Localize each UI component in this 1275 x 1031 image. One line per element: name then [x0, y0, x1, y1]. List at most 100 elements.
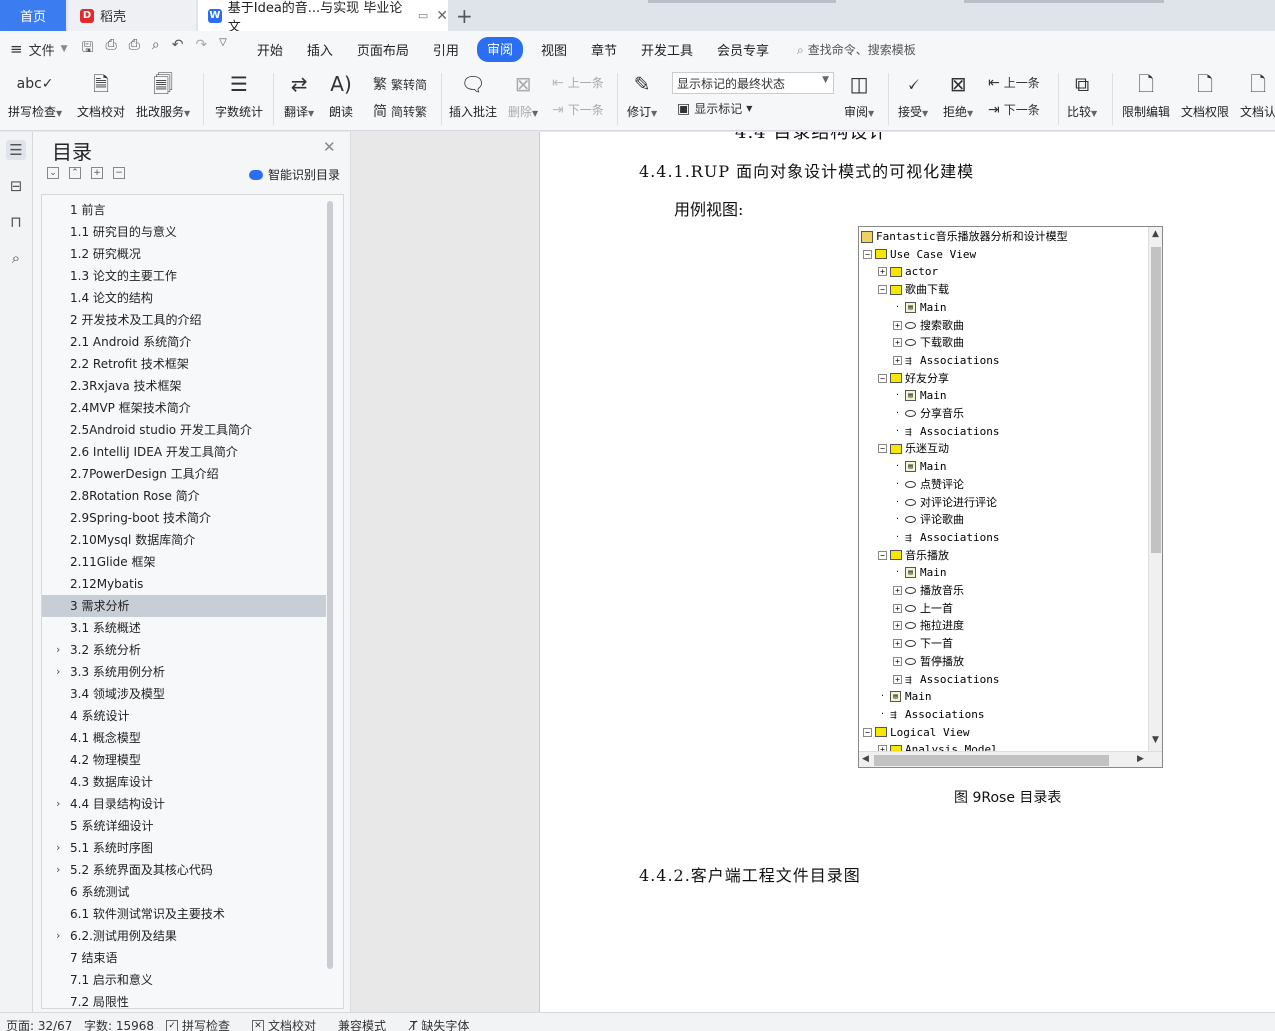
to-simplified-button[interactable]: 简简转繁: [373, 101, 427, 121]
export-pdf-icon[interactable]: ⎙: [105, 37, 116, 61]
toc-item[interactable]: 2.2 Retrofit 技术框架: [42, 353, 326, 375]
next-change-button[interactable]: ⇥ 下一条: [988, 101, 1040, 118]
toc-item[interactable]: 4.2 物理模型: [42, 749, 326, 771]
toc-scrollbar[interactable]: [327, 201, 333, 969]
toc-item[interactable]: 3 需求分析: [42, 595, 326, 617]
pin-icon[interactable]: ▭: [418, 9, 428, 22]
spellcheck-button[interactable]: abc✓ 拼写检查▼: [8, 69, 62, 120]
tab-document[interactable]: W 基于Idea的音...与实现 毕业论文 ▭ ✕: [198, 0, 448, 35]
menu-tab-1[interactable]: 插入: [295, 37, 345, 62]
doc-auth-button[interactable]: 🗋 文档认: [1240, 69, 1275, 120]
print-icon[interactable]: ⎙: [129, 37, 140, 61]
toc-item[interactable]: 4 系统设计: [42, 705, 326, 727]
insert-comment-button[interactable]: 🗨 插入批注: [449, 69, 497, 120]
expand-level-icon[interactable]: ⌄: [47, 167, 59, 179]
toc-item[interactable]: 7.2 局限性: [42, 991, 326, 1008]
read-aloud-button[interactable]: A) 朗读: [329, 69, 353, 120]
document-page[interactable]: 4.4 目录结构设计 4.4.1.RUP 面向对象设计模式的可视化建模 用例视图…: [539, 132, 1275, 1012]
doc-permission-button[interactable]: 🗋 文档权限: [1181, 69, 1229, 120]
toc-item[interactable]: 7.1 启示和意义: [42, 969, 326, 991]
prev-change-button[interactable]: ⇤ 上一条: [988, 74, 1040, 91]
toc-item[interactable]: 2.7PowerDesign 工具介绍: [42, 463, 326, 485]
toc-item[interactable]: 2.4MVP 框架技术简介: [42, 397, 326, 419]
toc-item[interactable]: 1.4 论文的结构: [42, 287, 326, 309]
toc-item[interactable]: › 3.3 系统用例分析: [42, 661, 326, 683]
command-search[interactable]: ⌕ 查找命令、搜索模板: [797, 41, 916, 58]
page-indicator[interactable]: 页面: 32/67: [6, 1017, 72, 1031]
close-tab-icon[interactable]: ✕: [436, 8, 448, 24]
menu-tab-7[interactable]: 开发工具: [629, 37, 705, 62]
menu-tab-2[interactable]: 页面布局: [345, 37, 421, 62]
tab-daoke[interactable]: D 稻壳: [68, 0, 196, 31]
chapter-nav-icon[interactable]: ⊟: [6, 176, 26, 196]
toc-item[interactable]: 2 开发技术及工具的介绍: [42, 309, 326, 331]
toc-item[interactable]: 1.2 研究概况: [42, 243, 326, 265]
next-comment-button[interactable]: ⇥ 下一条: [552, 101, 604, 118]
toc-item[interactable]: › 5.1 系统时序图: [42, 837, 326, 859]
toc-item[interactable]: › 5.2 系统界面及其核心代码: [42, 859, 326, 881]
menu-tab-4[interactable]: 审阅: [476, 36, 523, 62]
expand-all-icon[interactable]: +: [91, 167, 103, 179]
toc-item[interactable]: 4.1 概念模型: [42, 727, 326, 749]
toc-item[interactable]: 2.9Spring-boot 技术简介: [42, 507, 326, 529]
menu-tab-0[interactable]: 开始: [245, 37, 295, 62]
compare-button[interactable]: ⧉ 比较▼: [1067, 69, 1097, 120]
word-count-status[interactable]: 字数: 15968: [84, 1017, 154, 1031]
toc-item[interactable]: 6.1 软件测试常识及主要技术: [42, 903, 326, 925]
smart-toc-button[interactable]: 智能识别目录: [249, 166, 340, 183]
toc-item[interactable]: › 4.4 目录结构设计: [42, 793, 326, 815]
menu-tab-5[interactable]: 视图: [529, 37, 579, 62]
redo-icon[interactable]: ↷: [195, 37, 207, 61]
reject-button[interactable]: ⊠ 拒绝▼: [943, 69, 973, 120]
word-count-button[interactable]: ☰ 字数统计: [215, 69, 263, 120]
prev-comment-button[interactable]: ⇤ 上一条: [552, 74, 604, 91]
toc-item[interactable]: 2.11Glide 框架: [42, 551, 326, 573]
spellcheck-status[interactable]: ✓ 拼写检查: [166, 1017, 230, 1031]
toc-item[interactable]: 3.1 系统概述: [42, 617, 326, 639]
menu-tab-8[interactable]: 会员专享: [705, 37, 781, 62]
toc-pane-icon[interactable]: ☰: [6, 140, 26, 160]
toc-item[interactable]: 2.3Rxjava 技术框架: [42, 375, 326, 397]
review-button[interactable]: ◫ 审阅▼: [844, 69, 874, 120]
toc-item[interactable]: 7 结束语: [42, 947, 326, 969]
restrict-edit-button[interactable]: 🗋 限制编辑: [1122, 69, 1170, 120]
missing-font-status[interactable]: T̸ 缺失字体: [410, 1017, 469, 1031]
chevron-right-icon[interactable]: ›: [56, 661, 60, 683]
file-menu[interactable]: ≡ 文件 ▼: [10, 40, 68, 59]
toc-item[interactable]: 3.4 领域涉及模型: [42, 683, 326, 705]
show-markup-button[interactable]: ▣ 显示标记 ▼: [677, 100, 752, 117]
toc-item[interactable]: 1 前言: [42, 199, 326, 221]
markup-state-select[interactable]: 显示标记的最终状态 ▼: [672, 72, 834, 94]
save-icon[interactable]: 🖫: [82, 37, 94, 61]
to-traditional-button[interactable]: 繁繁转简: [373, 74, 427, 94]
collapse-all-icon[interactable]: −: [113, 167, 125, 179]
toc-item[interactable]: 5 系统详细设计: [42, 815, 326, 837]
toc-item[interactable]: 2.8Rotation Rose 简介: [42, 485, 326, 507]
doc-proof-button[interactable]: 🗎 文档校对: [77, 69, 125, 120]
delete-comment-button[interactable]: ⊠ 删除▼: [508, 69, 538, 120]
toc-item[interactable]: 2.5Android studio 开发工具简介: [42, 419, 326, 441]
toc-item[interactable]: 2.10Mysql 数据库简介: [42, 529, 326, 551]
chevron-right-icon[interactable]: ›: [56, 859, 60, 881]
menu-tab-3[interactable]: 引用: [421, 37, 471, 62]
search-icon[interactable]: ⌕: [6, 248, 26, 268]
chevron-right-icon[interactable]: ›: [56, 639, 60, 661]
toc-item[interactable]: › 6.2.测试用例及结果: [42, 925, 326, 947]
bookmark-icon[interactable]: ⊓: [6, 212, 26, 232]
toc-item[interactable]: 2.1 Android 系统简介: [42, 331, 326, 353]
more-quick-icon[interactable]: ▽: [219, 37, 227, 61]
new-tab-icon[interactable]: +: [456, 4, 473, 28]
undo-icon[interactable]: ↶: [172, 37, 184, 61]
toc-item[interactable]: 4.3 数据库设计: [42, 771, 326, 793]
toc-item[interactable]: 1.1 研究目的与意义: [42, 221, 326, 243]
doc-proof-status[interactable]: ✕ 文档校对: [252, 1017, 316, 1031]
close-icon[interactable]: ✕: [323, 138, 336, 156]
chevron-right-icon[interactable]: ›: [56, 925, 60, 947]
collapse-level-icon[interactable]: ⌃: [69, 167, 81, 179]
toc-item[interactable]: 2.6 IntelliJ IDEA 开发工具简介: [42, 441, 326, 463]
track-changes-button[interactable]: ✎ 修订▼: [627, 69, 657, 120]
toc-item[interactable]: 2.12Mybatis: [42, 573, 326, 595]
chevron-right-icon[interactable]: ›: [56, 837, 60, 859]
chevron-right-icon[interactable]: ›: [56, 793, 60, 815]
annotate-service-button[interactable]: 🗐 批改服务▼: [136, 69, 190, 120]
